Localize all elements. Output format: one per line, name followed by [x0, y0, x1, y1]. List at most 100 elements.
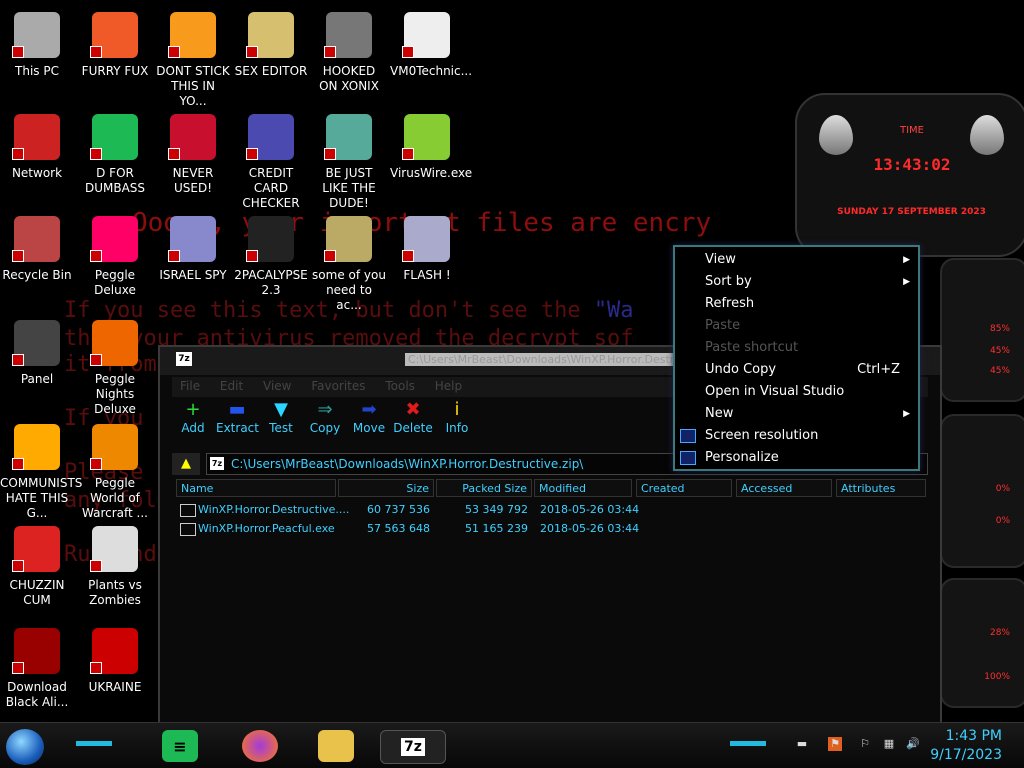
file-list[interactable]: Name Size Packed Size Modified Created A…	[176, 479, 928, 720]
start-button[interactable]	[6, 729, 44, 765]
clock-time: 1:43 PM	[945, 728, 1002, 744]
pinned-file-explorer[interactable]	[318, 730, 354, 762]
system-clock[interactable]: 1:43 PM 9/17/2023	[930, 727, 1002, 765]
flag-icon[interactable]: ⚐	[858, 737, 872, 751]
shortcut-arrow-icon	[90, 148, 102, 160]
shortcut-arrow-icon	[12, 148, 24, 160]
shortcut-arrow-icon	[246, 46, 258, 58]
pinned-firefox[interactable]	[242, 730, 278, 762]
display-icon	[680, 429, 696, 443]
desktop-icon-label: Recycle Bin	[2, 268, 72, 282]
menu-file[interactable]: File	[172, 377, 208, 395]
toolbar-delete-button[interactable]: ✖ Delete	[392, 399, 434, 435]
menu-item-screen-resolution[interactable]: Screen resolution	[675, 425, 918, 447]
desktop-icon[interactable]: This PC	[0, 6, 74, 79]
menu-favorites[interactable]: Favorites	[303, 377, 373, 395]
toolbar-move-button[interactable]: ➡ Move	[348, 399, 390, 435]
column-header-size[interactable]: Size	[338, 479, 434, 497]
folder-up-button[interactable]: ▲	[172, 453, 200, 475]
desktop-icon-image	[402, 12, 450, 58]
desktop-icon[interactable]: ISRAEL SPY	[156, 210, 230, 283]
desktop-icon[interactable]: COMMUNISTS HATE THIS G...	[0, 418, 82, 521]
menu-item-sort-by[interactable]: Sort by ▶	[675, 271, 918, 293]
shortcut-arrow-icon	[12, 662, 24, 674]
ransom-line-2-link: "Wa	[593, 298, 634, 323]
desktop-icon[interactable]: some of you need to ac...	[312, 210, 386, 313]
file-size: 57 563 648	[367, 522, 430, 535]
desktop-icon[interactable]: Network	[0, 108, 74, 181]
network-icon[interactable]: ▦	[882, 737, 896, 751]
column-header-attributes[interactable]: Attributes	[836, 479, 926, 497]
desktop[interactable]: Ooops, your important files are encry If…	[0, 0, 1024, 768]
gauge-panel: 28% 100%	[940, 578, 1024, 708]
desktop-icon-label: Plants vs Zombies	[88, 578, 142, 607]
desktop-icon[interactable]: VirusWire.exe	[390, 108, 472, 181]
toolbar-info-button[interactable]: i Info	[436, 399, 478, 435]
clock-widget[interactable]: TIME 13:43:02 SUNDAY 17 SEPTEMBER 2023	[795, 93, 1024, 257]
desktop-icon[interactable]: CREDIT CARD CHECKER	[234, 108, 308, 211]
desktop-icon-image	[90, 526, 138, 572]
notification-icon[interactable]: ⚑	[828, 737, 842, 751]
menu-item-undo-copy[interactable]: Undo Copy Ctrl+Z	[675, 359, 918, 381]
desktop-icon[interactable]: Recycle Bin	[0, 210, 74, 283]
desktop-icon-label: D FOR DUMBASS	[84, 166, 146, 195]
taskbar-decoration	[76, 741, 112, 746]
desktop-icon[interactable]: BE JUST LIKE THE DUDE!	[312, 108, 386, 211]
desktop-icon[interactable]: Peggle Deluxe	[78, 210, 152, 298]
desktop-icon[interactable]: Download Black Ali...	[0, 622, 74, 710]
file-modified: 2018-05-26 03:44	[540, 522, 640, 535]
pinned-notes[interactable]: ≡	[162, 730, 198, 762]
column-header-modified[interactable]: Modified	[534, 479, 632, 497]
column-header-accessed[interactable]: Accessed	[736, 479, 832, 497]
menu-item-label: Screen resolution	[705, 428, 819, 443]
menu-item-refresh[interactable]: Refresh	[675, 293, 918, 315]
toolbar-add-button[interactable]: + Add	[172, 399, 214, 435]
volume-icon[interactable]: 🔊	[906, 737, 920, 751]
column-header-name[interactable]: Name	[176, 479, 336, 497]
toolbar-test-button[interactable]: ▼ Test	[260, 399, 302, 435]
desktop-icon[interactable]: FURRY FUX	[78, 6, 152, 79]
desktop-icon[interactable]: DONT STICK THIS IN YO...	[156, 6, 230, 109]
desktop-icon[interactable]: VM0Technic...	[390, 6, 473, 79]
menu-help[interactable]: Help	[427, 377, 470, 395]
column-header-packed-size[interactable]: Packed Size	[436, 479, 532, 497]
toolbar-extract-button[interactable]: ▬ Extract	[216, 399, 259, 435]
desktop-icon[interactable]: CHUZZIN CUM	[0, 520, 74, 608]
desktop-icon[interactable]: 2PACALYPSE 2.3	[234, 210, 308, 298]
7zip-app-icon[interactable]: 7z	[176, 352, 192, 366]
show-desktop-icon[interactable]: ▬	[795, 737, 809, 751]
menu-item-view[interactable]: View ▶	[675, 249, 918, 271]
menu-edit[interactable]: Edit	[212, 377, 251, 395]
menu-item-open-in-visual-studio[interactable]: Open in Visual Studio	[675, 381, 918, 403]
menu-item-new[interactable]: New ▶	[675, 403, 918, 425]
desktop-icon-image	[168, 12, 216, 58]
shortcut-arrow-icon	[90, 250, 102, 262]
pinned-7zip[interactable]: 7z	[380, 730, 446, 764]
desktop-icon[interactable]: D FOR DUMBASS	[78, 108, 152, 196]
desktop-icon-label: NEVER USED!	[172, 166, 214, 195]
desktop-icon-image	[402, 216, 450, 262]
menu-tools[interactable]: Tools	[377, 377, 423, 395]
desktop-icon[interactable]: SEX EDITOR	[234, 6, 308, 79]
desktop-icon[interactable]: Peggle Nights Deluxe	[78, 314, 152, 417]
table-row[interactable]: WinXP.Horror.Peacful.exe 57 563 648 51 1…	[176, 520, 928, 538]
desktop-icon[interactable]: NEVER USED!	[156, 108, 230, 196]
desktop-icon-label: some of you need to ac...	[312, 268, 386, 312]
menu-view[interactable]: View	[255, 377, 299, 395]
desktop-icon-image	[402, 114, 450, 160]
desktop-icon[interactable]: FLASH !	[390, 210, 464, 283]
table-row[interactable]: WinXP.Horror.Destructive.... 60 737 536 …	[176, 501, 928, 519]
desktop-icon[interactable]: Plants vs Zombies	[78, 520, 152, 608]
desktop-icon[interactable]: UKRAINE	[78, 622, 152, 695]
shortcut-arrow-icon	[168, 250, 180, 262]
desktop-icon-image	[12, 628, 60, 674]
desktop-icon-label: VM0Technic...	[390, 64, 473, 78]
desktop-icon-image	[90, 320, 138, 366]
menu-item-personalize[interactable]: Personalize	[675, 447, 918, 469]
menu-item-label: Sort by	[705, 274, 752, 289]
desktop-icon[interactable]: Peggle World of Warcraft ...	[78, 418, 152, 521]
desktop-icon[interactable]: Panel	[0, 314, 74, 387]
desktop-icon[interactable]: HOOKED ON XONIX	[312, 6, 386, 94]
column-header-created[interactable]: Created	[636, 479, 732, 497]
toolbar-copy-button[interactable]: ⇒ Copy	[304, 399, 346, 435]
